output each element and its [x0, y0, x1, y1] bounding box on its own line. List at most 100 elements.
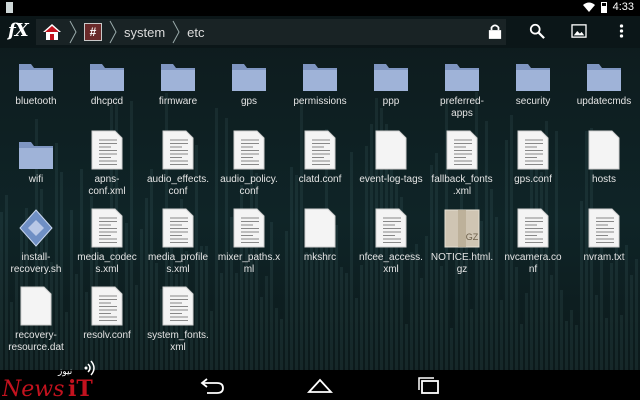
text-file-icon	[517, 208, 549, 248]
file-item[interactable]: resolv.conf	[71, 286, 143, 342]
file-item[interactable]: gps.conf	[497, 130, 569, 186]
file-name-label: nvcamera.co nf	[504, 252, 562, 275]
file-icon-wrapper	[230, 208, 268, 248]
wallpaper-bar	[340, 266, 343, 370]
wallpaper-bar	[595, 295, 598, 370]
file-item[interactable]: nfcee_access. xml	[355, 208, 427, 276]
svg-text:GZ: GZ	[466, 232, 479, 242]
file-item[interactable]: apns- conf.xml	[71, 130, 143, 198]
file-item[interactable]: recovery- resource.dat	[0, 286, 72, 354]
folder-item[interactable]: security	[497, 52, 569, 108]
wallpaper-bar	[610, 262, 613, 370]
folder-item[interactable]: gps	[213, 52, 285, 108]
svg-text:News: News	[2, 377, 64, 400]
chevron-right-icon	[172, 20, 180, 44]
file-item[interactable]: audio_effects. conf	[142, 130, 214, 198]
lock-button[interactable]	[484, 20, 506, 42]
file-name-label: ppp	[382, 96, 400, 107]
overflow-menu-button[interactable]	[610, 20, 632, 42]
search-button[interactable]	[526, 20, 548, 42]
file-icon-wrapper	[230, 130, 268, 170]
breadcrumb-root[interactable]: #	[78, 19, 108, 45]
wallpaper-bar	[235, 273, 238, 370]
file-name-label: security	[515, 96, 551, 107]
text-file-icon	[162, 208, 194, 248]
wallpaper-bar	[305, 252, 308, 370]
file-item[interactable]: nvcamera.co nf	[497, 208, 569, 276]
breadcrumb-home[interactable]	[36, 19, 68, 45]
folder-item[interactable]: ppp	[355, 52, 427, 108]
wallpaper-bar	[525, 292, 528, 370]
file-item[interactable]: mkshrc	[284, 208, 356, 264]
folder-item[interactable]: firmware	[142, 52, 214, 108]
wallpaper-bar	[420, 278, 423, 370]
file-item[interactable]: event-log-tags	[355, 130, 427, 186]
file-item[interactable]: hosts	[568, 130, 640, 186]
breadcrumb-etc[interactable]: etc	[181, 19, 210, 45]
file-item[interactable]: nvram.txt	[568, 208, 640, 264]
wallpaper-bar	[605, 317, 608, 370]
text-file-icon	[375, 208, 407, 248]
chevron-right-icon	[69, 20, 77, 44]
folder-item[interactable]: updatecmds	[568, 52, 640, 108]
search-icon	[529, 23, 545, 39]
file-icon-wrapper	[159, 286, 197, 326]
file-icon-wrapper	[301, 52, 339, 92]
file-name-label: fallback_fonts .xml	[431, 174, 493, 197]
file-icon-wrapper	[159, 208, 197, 248]
breadcrumb-system[interactable]: system	[118, 19, 171, 45]
svg-text:iT: iT	[68, 376, 93, 400]
wallpaper-bar	[630, 274, 633, 370]
file-item[interactable]: GZ NOTICE.html. gz	[426, 208, 498, 276]
file-name-label: audio_policy. conf	[220, 174, 278, 197]
file-icon-wrapper	[585, 208, 623, 248]
file-item[interactable]: system_fonts. xml	[142, 286, 214, 354]
folder-item[interactable]: permissions	[284, 52, 356, 108]
chevron-right-icon	[109, 20, 117, 44]
wifi-icon	[582, 2, 595, 12]
file-item[interactable]: clatd.conf	[284, 130, 356, 186]
file-icon-wrapper	[88, 286, 126, 326]
file-item[interactable]: mixer_paths.x ml	[213, 208, 285, 276]
folder-icon	[587, 64, 621, 91]
recents-icon[interactable]	[416, 374, 442, 396]
wallpaper-bar	[470, 308, 473, 370]
file-name-label: apns- conf.xml	[88, 174, 126, 197]
wallpaper-bar	[500, 299, 503, 370]
wallpaper-bar	[405, 324, 408, 370]
folder-icon	[232, 64, 266, 91]
script-file-icon	[19, 209, 53, 247]
wallpaper-bar	[440, 266, 443, 370]
file-item[interactable]: fallback_fonts .xml	[426, 130, 498, 198]
breadcrumb: # system etc	[36, 19, 506, 45]
gallery-button[interactable]	[568, 20, 590, 42]
folder-item[interactable]: wifi	[0, 130, 72, 186]
text-file-icon	[517, 130, 549, 170]
battery-icon	[600, 1, 607, 13]
file-name-label: media_profile s.xml	[147, 252, 209, 275]
file-item[interactable]: media_profile s.xml	[142, 208, 214, 276]
text-file-icon	[304, 130, 336, 170]
wallpaper-bar	[550, 274, 553, 370]
file-name-label: nvram.txt	[583, 252, 625, 263]
folder-item[interactable]: bluetooth	[0, 52, 72, 108]
file-item[interactable]: media_codec s.xml	[71, 208, 143, 276]
home-nav-icon[interactable]	[307, 374, 333, 396]
file-name-label: gps.conf	[514, 174, 552, 185]
file-item[interactable]: audio_policy. conf	[213, 130, 285, 198]
file-icon-wrapper	[159, 52, 197, 92]
folder-icon	[374, 64, 408, 91]
app-logo[interactable]: fX	[8, 20, 29, 41]
file-icon-wrapper	[88, 130, 126, 170]
file-item[interactable]: install- recovery.sh	[0, 208, 72, 276]
folder-item[interactable]: preferred- apps	[426, 52, 498, 120]
text-file-icon	[91, 286, 123, 326]
file-name-label: firmware	[158, 96, 198, 107]
back-icon[interactable]	[199, 374, 225, 396]
folder-item[interactable]: dhcpcd	[71, 52, 143, 108]
wallpaper-bar	[295, 174, 298, 370]
file-name-label: NOTICE.html. gz	[430, 252, 494, 275]
file-icon-wrapper	[17, 130, 55, 170]
file-icon-wrapper	[17, 208, 55, 248]
file-icon-wrapper	[514, 130, 552, 170]
